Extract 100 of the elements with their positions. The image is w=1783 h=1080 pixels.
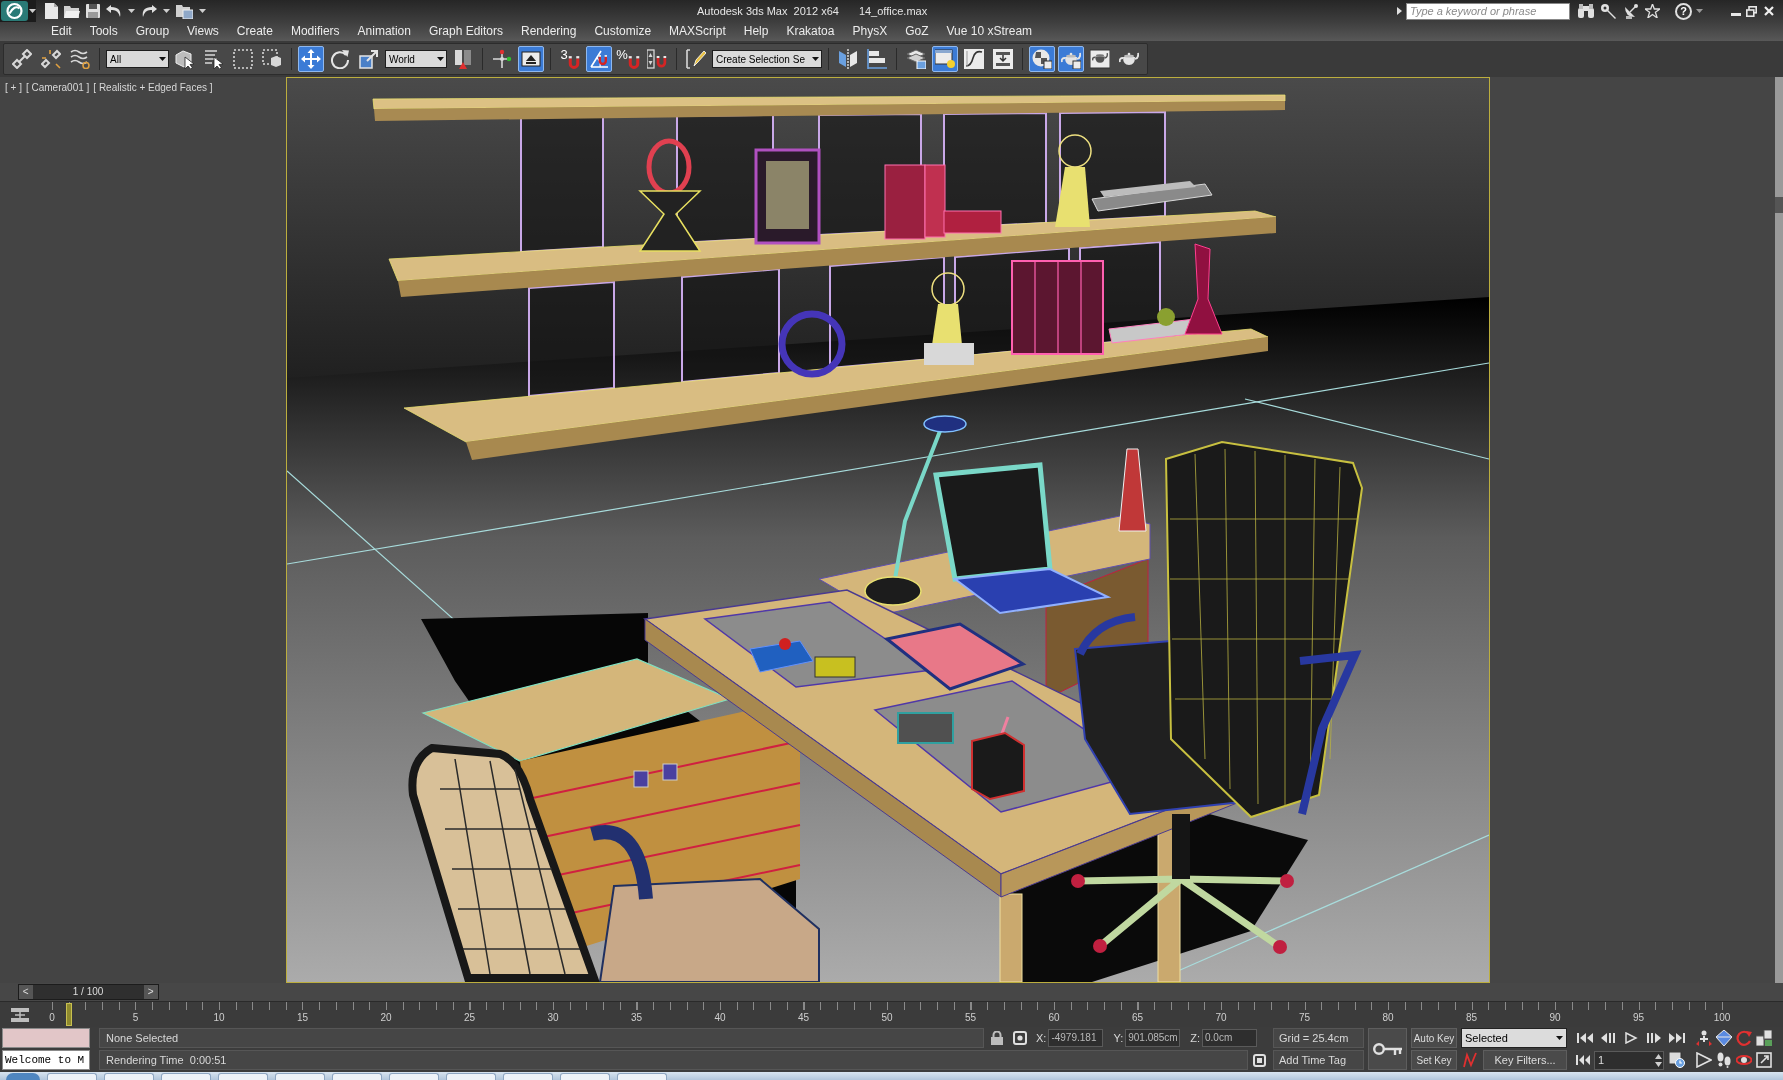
search-field[interactable]: Type a keyword or phrase [1406,2,1570,20]
field-of-view-button[interactable] [1695,1051,1713,1069]
selection-set-dropdown[interactable]: Create Selection Se [712,50,822,68]
play-icon [1623,1032,1639,1044]
square-window-icon [1252,1053,1266,1067]
scrollbar-thumb[interactable] [1775,197,1783,213]
zoom-extents-all-button[interactable] [1755,1029,1773,1047]
menu-item[interactable]: MAXScript [660,23,735,40]
coordinate-field[interactable]: 901.085cm [1125,1029,1181,1047]
curve-toggle-button[interactable] [10,1007,30,1023]
subscription-button[interactable] [1599,2,1617,20]
satellite-dish-icon [1622,3,1638,19]
expand-arrow-icon[interactable] [1397,7,1402,15]
shortcut-override-button[interactable] [518,46,544,72]
angle-snap-button[interactable] [586,46,612,72]
caret-icon [437,57,444,61]
menu-item[interactable]: Animation [348,23,420,40]
listener-output-field[interactable]: Welcome to M [2,1050,90,1070]
coordinate-label: Y: [1113,1030,1124,1046]
viewport-label[interactable]: [ Camera001 ] [25,82,90,94]
perspective-button[interactable] [1715,1029,1733,1047]
key-icon [1373,1042,1402,1056]
time-configuration-button[interactable] [1667,1051,1687,1069]
viewport-label[interactable]: [ Realistic + Edged Faces ] [93,82,213,94]
frame-number: 90 [1548,1012,1562,1024]
menu-item[interactable]: Tools [80,23,127,40]
transform-mode-button[interactable] [1012,1030,1028,1046]
step-back-icon [1600,1032,1616,1044]
selection-filter-dropdown[interactable]: All [106,50,169,68]
file-name: 14_office.max [858,3,928,19]
isolate-button[interactable] [1252,1052,1266,1068]
scrollbar[interactable] [1775,77,1783,983]
set-keys-button[interactable] [1368,1028,1407,1070]
menu-item[interactable]: Group [126,23,179,40]
link-button[interactable] [9,46,35,72]
scale-icon [359,49,379,69]
set-key-button[interactable]: Set Key [1411,1050,1457,1070]
mini-curve-button[interactable] [1461,1051,1479,1069]
snap-button[interactable]: 3 [557,46,583,72]
pencil-icon [686,49,706,69]
open-file-button[interactable] [64,4,80,18]
menu-item[interactable]: Graph Editors [419,23,512,40]
frame-window-button[interactable] [1087,46,1113,72]
clock-window-icon [1669,1052,1685,1068]
new-file-button[interactable] [45,3,58,19]
track-bar[interactable]: 0 5 10 15 20 25 30 35 40 45 50 55 60 65 70 75 80 85 90 95 100 [0,1001,1783,1027]
close-button[interactable] [1762,4,1775,18]
menu-item[interactable]: Edit [42,23,81,40]
selection-lock-button[interactable] [990,1030,1004,1046]
menu-item[interactable]: Rendering [512,23,586,40]
edit-selection-sets-button[interactable] [683,46,709,72]
cursor-box-icon [175,49,195,69]
menu-item[interactable]: Modifiers [281,23,349,40]
ribbon-button[interactable] [932,46,958,72]
coordinate-field[interactable]: 0.0cm [1202,1029,1257,1047]
key-filter-dropdown[interactable]: Selected [1461,1028,1567,1048]
dolly-button[interactable] [1695,1029,1713,1047]
listener-input-field[interactable] [2,1028,90,1048]
favorites-button[interactable] [1643,2,1661,20]
coordinate-field[interactable]: -4979.181 [1048,1029,1104,1047]
project-folder-button[interactable] [176,3,193,19]
folder-icon [64,4,80,18]
menu-item[interactable]: GoZ [896,23,938,40]
region-button[interactable] [230,46,256,72]
key-filters-button[interactable]: Key Filters... [1483,1050,1567,1070]
frame-field[interactable]: 1 [1594,1050,1664,1070]
window-bulb-icon [935,49,955,69]
restore-button[interactable] [1745,4,1758,18]
menu-item[interactable]: Krakatoa [777,23,844,40]
application-button[interactable] [0,0,36,22]
move-button[interactable] [298,46,324,72]
material-editor-button[interactable] [1029,46,1055,72]
undo-button[interactable] [106,5,122,17]
menu-item[interactable]: Views [178,23,228,40]
time-slider-thumb[interactable]: < 1 / 100 > [17,984,159,1000]
menu-item[interactable]: Customize [585,23,661,40]
frame-number: 75 [1297,1012,1312,1024]
align-button[interactable] [864,46,890,72]
search-button[interactable] [1577,2,1595,20]
menu-item[interactable]: PhysX [843,23,897,40]
start-button[interactable] [6,1073,40,1080]
save-button[interactable] [86,4,100,18]
time-slider-track[interactable]: < 1 / 100 > [0,983,1783,1001]
percent-snap-button[interactable]: % [615,46,641,72]
previous-frame-button[interactable]: < [18,985,33,999]
office-scene-drawing[interactable] [287,78,1489,982]
curve-editor-button[interactable] [961,46,987,72]
menu-item[interactable]: Vue 10 xStream [937,23,1042,40]
coordinate-system-dropdown[interactable]: World [385,50,447,68]
menu-item[interactable]: Create [227,23,282,40]
schematic-button[interactable] [990,46,1016,72]
viewport-label[interactable]: [ + ] [5,82,22,94]
render-setup-button[interactable] [1058,46,1084,72]
walk-through-button[interactable] [1715,1051,1733,1069]
auto-key-button[interactable]: Auto Key [1411,1028,1457,1048]
add-time-tag-button[interactable]: Add Time Tag [1273,1050,1364,1070]
next-frame-button[interactable]: > [143,985,158,999]
menu-item[interactable]: Help [734,23,778,40]
maximize-viewport-button[interactable] [1755,1051,1773,1069]
redo-button[interactable] [141,5,157,17]
